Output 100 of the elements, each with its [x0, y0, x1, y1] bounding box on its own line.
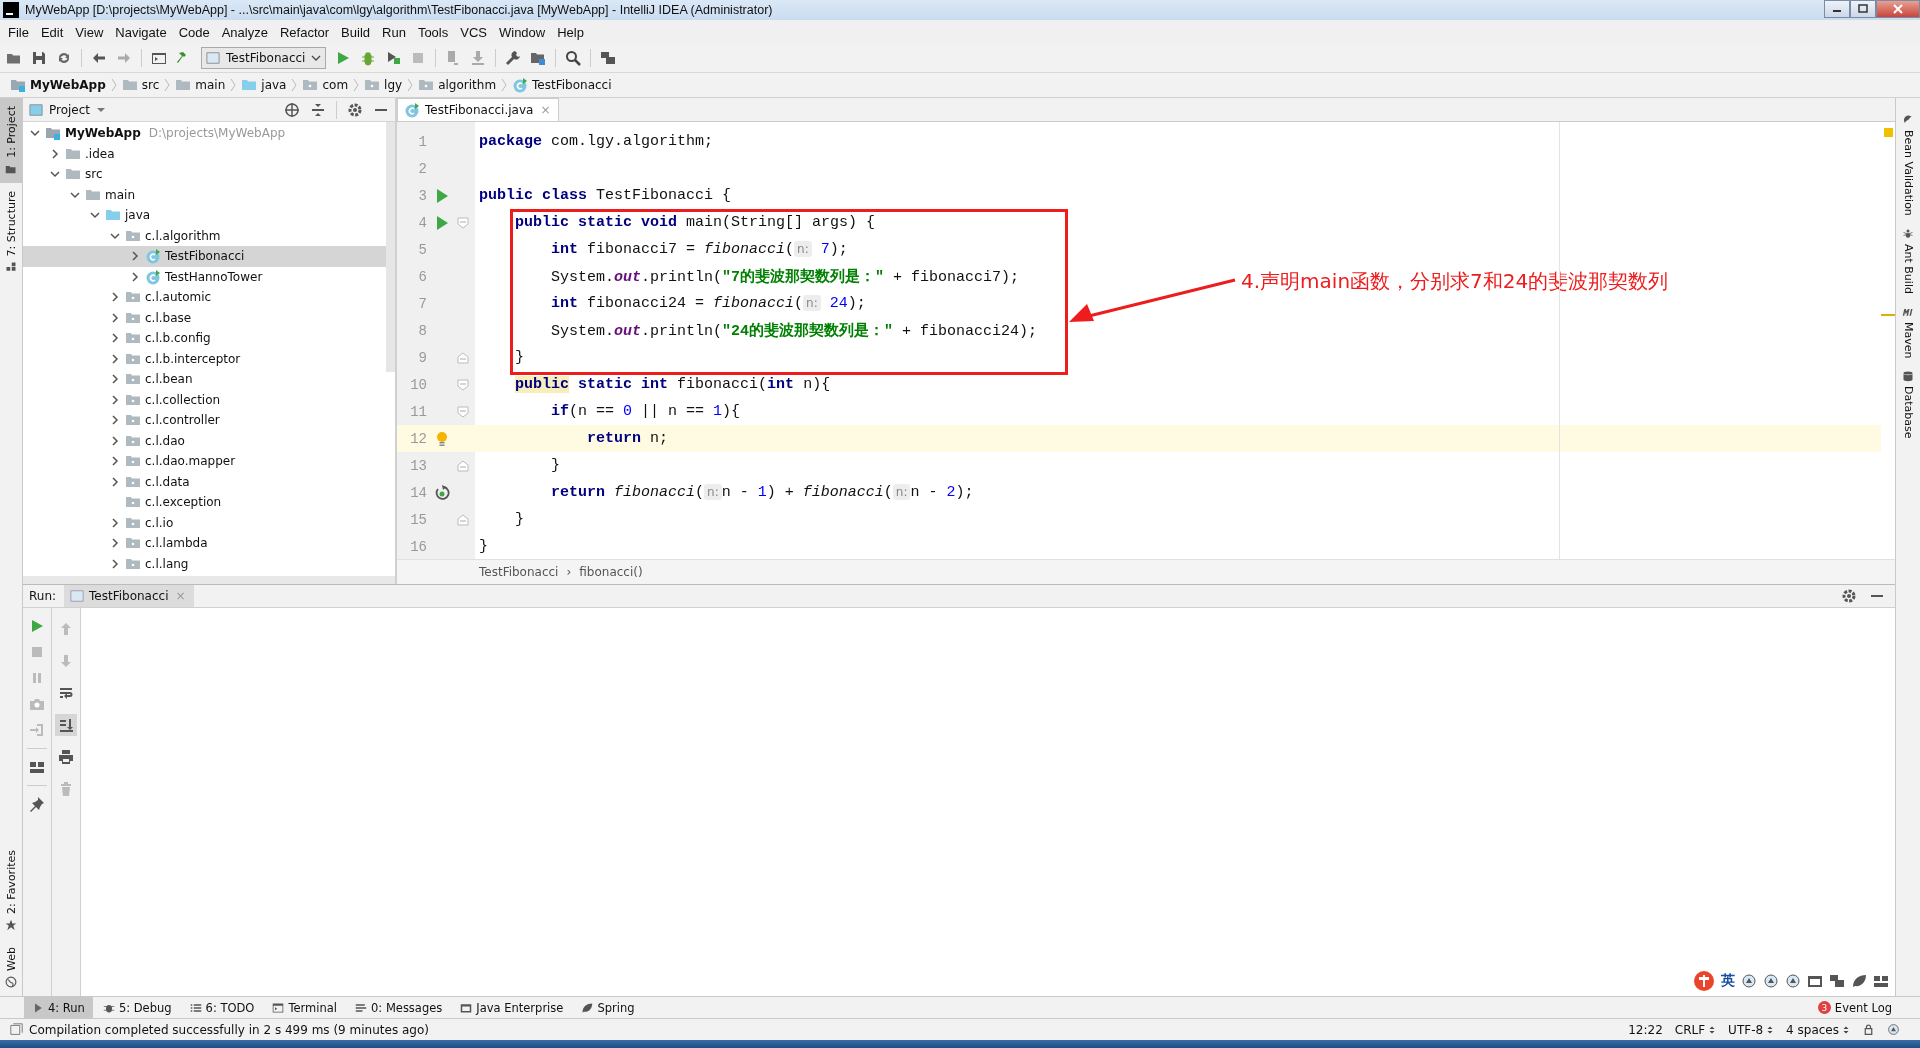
view-selector-dropdown[interactable]: Project: [29, 102, 107, 117]
settings-icon[interactable]: [1841, 588, 1857, 604]
chevron-icon[interactable]: [110, 415, 120, 426]
fold-marker-icon[interactable]: [457, 405, 469, 418]
terminal-icon[interactable]: [272, 1001, 285, 1014]
star-icon[interactable]: [5, 919, 17, 931]
breadcrumb-item[interactable]: TestFibonacci: [479, 565, 559, 579]
breadcrumb-item[interactable]: lgy: [364, 77, 403, 93]
tool-window-tab[interactable]: 0: Messages: [347, 997, 451, 1018]
run-gutter-icon[interactable]: [435, 187, 449, 204]
chevron-icon[interactable]: [50, 169, 60, 180]
breadcrumb-item[interactable]: MyWebApp: [10, 77, 106, 93]
tree-item[interactable]: c.l.lambda: [23, 533, 386, 554]
menu-item[interactable]: Code: [172, 22, 216, 42]
soft-wrap-icon[interactable]: [58, 685, 74, 701]
tool-window-tab[interactable]: 1: Project: [0, 98, 22, 183]
structure-icon[interactable]: [5, 261, 17, 274]
scrollbar[interactable]: [23, 576, 395, 584]
lock-icon[interactable]: [1862, 1023, 1875, 1036]
chevron-icon[interactable]: [110, 353, 120, 364]
folder-grid-icon[interactable]: [530, 50, 547, 66]
save-icon[interactable]: [31, 50, 47, 66]
fold-marker-icon[interactable]: [457, 513, 469, 526]
breadcrumb-item[interactable]: fibonacci(): [579, 565, 643, 579]
tree-item[interactable]: c.l.b.config: [23, 328, 386, 349]
search-icon[interactable]: [565, 50, 582, 66]
maximize-button[interactable]: [1850, 0, 1876, 18]
breadcrumb-item[interactable]: src: [121, 77, 160, 93]
tree-item[interactable]: main: [23, 184, 386, 205]
fold-marker-icon[interactable]: [457, 351, 469, 364]
lightbulb-icon[interactable]: [436, 430, 448, 447]
menu-item[interactable]: Analyze: [215, 22, 274, 42]
tree-item[interactable]: c.l.data: [23, 471, 386, 492]
tree-item[interactable]: java: [23, 205, 386, 226]
run-gutter-icon[interactable]: [435, 214, 449, 231]
tree-item[interactable]: c.l.exception: [23, 492, 386, 513]
tree-item[interactable]: c.l.base: [23, 307, 386, 328]
inspector-icon[interactable]: [1887, 1023, 1900, 1036]
messages-icon[interactable]: [355, 1001, 368, 1014]
breadcrumb-item[interactable]: TestFibonacci: [512, 77, 612, 93]
breadcrumb-item[interactable]: com: [302, 77, 349, 93]
close-button[interactable]: [1876, 0, 1920, 18]
window-icon[interactable]: [460, 1001, 473, 1014]
leaf-icon[interactable]: [581, 1001, 594, 1014]
chevron-icon[interactable]: [70, 189, 80, 200]
tree-item[interactable]: c.l.algorithm: [23, 225, 386, 246]
scrollbar[interactable]: [386, 122, 395, 372]
breadcrumb-item[interactable]: main: [175, 77, 226, 93]
layout-icon[interactable]: [29, 759, 45, 775]
tool-window-tab[interactable]: Bean Validation: [1896, 108, 1920, 222]
warning-marker[interactable]: [1884, 128, 1893, 137]
menu-item[interactable]: VCS: [454, 22, 493, 42]
tree-item[interactable]: .idea: [23, 143, 386, 164]
tool-window-tab[interactable]: 6: TODO: [181, 997, 263, 1018]
fold-marker-icon[interactable]: [457, 216, 469, 229]
chevron-icon[interactable]: [110, 538, 120, 549]
breadcrumb-item[interactable]: algorithm: [418, 77, 497, 93]
tree-item[interactable]: c.l.lang: [23, 553, 386, 574]
chevron-icon[interactable]: [110, 312, 120, 323]
chevron-icon[interactable]: [110, 292, 120, 303]
event-log-button[interactable]: 3 Event Log: [1817, 1000, 1920, 1015]
list-icon[interactable]: [189, 1001, 202, 1014]
chevron-icon[interactable]: [50, 148, 60, 159]
menu-item[interactable]: Refactor: [273, 22, 336, 42]
menu-item[interactable]: Navigate: [109, 22, 173, 42]
indent-selector[interactable]: 4 spaces: [1786, 1022, 1850, 1037]
tool-window-tab[interactable]: 2: Favorites: [0, 842, 22, 939]
database-icon[interactable]: [1902, 370, 1914, 383]
menu-item[interactable]: Window: [492, 22, 552, 42]
tool-window-tab[interactable]: Maven: [1896, 299, 1920, 365]
toggle-panels-icon[interactable]: [10, 1023, 23, 1036]
chevron-icon[interactable]: [110, 374, 120, 385]
menu-item[interactable]: Run: [376, 22, 412, 42]
chevron-icon[interactable]: [110, 517, 120, 528]
window-icon[interactable]: [151, 50, 167, 66]
menu-item[interactable]: File: [2, 22, 35, 42]
tool-window-tab[interactable]: Terminal: [264, 997, 346, 1018]
play-icon[interactable]: [32, 1001, 44, 1014]
breadcrumb-item[interactable]: java: [241, 77, 287, 93]
chevron-icon[interactable]: [110, 394, 120, 405]
line-separator-selector[interactable]: CRLF: [1674, 1022, 1717, 1037]
scroll-end-icon[interactable]: [58, 717, 74, 733]
print-icon[interactable]: [58, 749, 74, 765]
chevron-icon[interactable]: [110, 435, 120, 446]
settings-icon[interactable]: [347, 101, 363, 118]
tool-window-tab[interactable]: Ant Build: [1896, 221, 1920, 300]
chevron-icon[interactable]: [110, 230, 120, 241]
tasks-icon[interactable]: [600, 50, 617, 66]
ime-logo-icon[interactable]: [1693, 970, 1715, 992]
grid-icon[interactable]: [1873, 973, 1889, 989]
menu-item[interactable]: Help: [551, 22, 590, 42]
coverage-icon[interactable]: [385, 50, 402, 66]
editor-tab[interactable]: TestFibonacci.java ×: [397, 98, 560, 121]
tree-item[interactable]: c.l.bean: [23, 369, 386, 390]
chevron-icon[interactable]: [110, 333, 120, 344]
chevron-icon[interactable]: [130, 271, 140, 282]
pin-icon[interactable]: [29, 796, 45, 812]
tool-window-tab[interactable]: Java Enterprise: [452, 997, 572, 1018]
tree-item[interactable]: TestFibonacci: [23, 246, 386, 267]
fold-marker-icon[interactable]: [457, 378, 469, 391]
